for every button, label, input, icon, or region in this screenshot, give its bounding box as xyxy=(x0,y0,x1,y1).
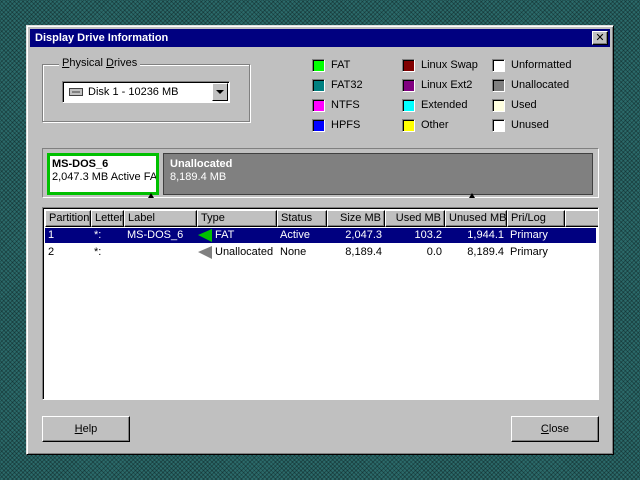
column-header-status[interactable]: Status xyxy=(277,210,327,227)
legend-swatch xyxy=(402,99,415,112)
partition-marker-icon xyxy=(148,193,154,198)
column-header-label[interactable]: Label xyxy=(124,210,197,227)
cell-label xyxy=(124,245,197,260)
column-header-size[interactable]: Size MB xyxy=(327,210,385,227)
cell-used: 103.2 xyxy=(414,229,442,241)
cell-letter: *: xyxy=(94,229,102,241)
cell-type: FAT xyxy=(197,228,277,243)
legend-label: Unallocated xyxy=(511,79,570,91)
cell-size: 2,047.3 xyxy=(345,229,382,241)
legend-label: Other xyxy=(421,119,449,131)
legend-swatch xyxy=(492,79,505,92)
physical-drive-select[interactable]: Disk 1 - 10236 MB xyxy=(62,81,230,103)
legend-label: Used xyxy=(511,99,537,111)
disk-map-unallocated[interactable]: Unallocated 8,189.4 MB xyxy=(163,153,593,195)
physical-drives-group: Physical Drives Disk 1 - 10236 MB xyxy=(42,57,250,122)
cell-partition: 1 xyxy=(48,229,55,241)
column-header-letter[interactable]: Letter xyxy=(91,210,124,227)
legend-swatch xyxy=(312,59,325,72)
unallocated-partition-icon xyxy=(198,246,212,259)
close-window-button[interactable]: ✕ xyxy=(592,31,608,45)
cell-label: MS-DOS_6 xyxy=(127,229,184,241)
cell-size: 8,189.4 xyxy=(345,246,382,258)
column-header-prilog[interactable]: Pri/Log xyxy=(507,210,565,227)
hard-disk-icon xyxy=(69,88,83,96)
legend-label: Linux Swap xyxy=(421,59,478,71)
legend-swatch xyxy=(402,119,415,132)
legend-label: Linux Ext2 xyxy=(421,79,473,91)
table-row[interactable]: 1 *: MS-DOS_6 FAT Active 2,047.3 103.2 1,944.1 P… xyxy=(45,228,596,243)
close-icon: ✕ xyxy=(595,31,605,44)
column-header-unused[interactable]: Unused MB xyxy=(445,210,507,227)
physical-drive-selected-value: Disk 1 - 10236 MB xyxy=(88,86,179,98)
legend-label: HPFS xyxy=(331,119,361,131)
legend-swatch xyxy=(492,99,505,112)
close-accelerator: C xyxy=(540,423,549,435)
cell-prilog: Primary xyxy=(510,246,548,258)
window-title: Display Drive Information xyxy=(35,32,169,44)
partition-marker-icon xyxy=(469,193,475,198)
disk-map-partition-ms-dos[interactable]: MS-DOS_6 2,047.3 MB Active FAT xyxy=(47,153,159,195)
cell-type: Unallocated xyxy=(197,245,277,260)
cell-unused: 1,944.1 xyxy=(467,229,504,241)
help-accelerator: H xyxy=(74,423,83,435)
legend-label: NTFS xyxy=(331,99,360,111)
legend-swatch xyxy=(492,59,505,72)
cell-unused: 8,189.4 xyxy=(467,246,504,258)
fat-partition-icon xyxy=(198,229,212,242)
column-header-filler xyxy=(565,210,598,227)
column-header-partition[interactable]: Partition xyxy=(45,210,91,227)
cell-letter: *: xyxy=(94,246,102,258)
legend-label: FAT32 xyxy=(331,79,363,91)
legend-swatch xyxy=(402,79,415,92)
disk-map-unallocated-name: Unallocated xyxy=(170,158,233,170)
type-label: FAT xyxy=(215,229,235,241)
column-header-used[interactable]: Used MB xyxy=(385,210,445,227)
help-button[interactable]: Help xyxy=(42,416,130,442)
type-label: Unallocated xyxy=(215,246,274,258)
display-drive-information-window: Display Drive Information ✕ Physical Dri… xyxy=(26,25,614,455)
chevron-down-icon[interactable] xyxy=(212,83,228,101)
help-label: elp xyxy=(82,423,98,435)
legend-swatch xyxy=(402,59,415,72)
column-header-type[interactable]: Type xyxy=(197,210,277,227)
legend-label: Unused xyxy=(511,119,549,131)
legend-swatch xyxy=(312,99,325,112)
legend-swatch xyxy=(312,79,325,92)
cell-status: Active xyxy=(280,229,310,241)
disk-map-partition-name: MS-DOS_6 xyxy=(52,158,109,170)
cell-partition: 2 xyxy=(48,246,55,258)
close-button[interactable]: Close xyxy=(511,416,599,442)
partition-list-header: Partition Letter Label Type Status Size MB Use… xyxy=(45,210,598,227)
close-label: lose xyxy=(548,423,570,435)
partition-list[interactable]: Partition Letter Label Type Status Size MB Use… xyxy=(42,207,599,400)
legend-label: FAT xyxy=(331,59,351,71)
disk-map-unallocated-info: 8,189.4 MB xyxy=(170,171,227,183)
cell-used: 0.0 xyxy=(426,246,442,258)
physical-drives-label: Physical Drives xyxy=(59,57,141,69)
title-bar[interactable]: Display Drive Information ✕ xyxy=(30,29,610,47)
legend-swatch xyxy=(312,119,325,132)
legend-label: Extended xyxy=(421,99,468,111)
legend-swatch xyxy=(492,119,505,132)
cell-prilog: Primary xyxy=(510,229,548,241)
disk-map: MS-DOS_6 2,047.3 MB Active FAT Unallocat… xyxy=(42,148,599,198)
cell-status: None xyxy=(280,246,307,258)
table-row[interactable]: 2 *: Unallocated None 8,189.4 0.0 8,189.4 Prima… xyxy=(45,245,596,260)
disk-map-partition-info: 2,047.3 MB Active FAT xyxy=(52,171,159,183)
legend-label: Unformatted xyxy=(511,59,572,71)
